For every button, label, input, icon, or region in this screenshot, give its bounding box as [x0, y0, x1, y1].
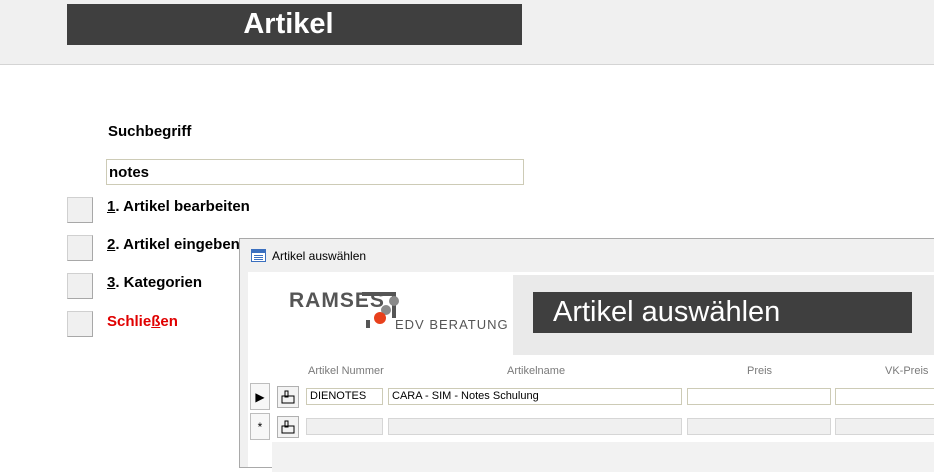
categories-label[interactable]: 3. Kategorien: [107, 274, 202, 291]
new-cell-artikel-nummer[interactable]: [306, 418, 383, 435]
form-icon: [251, 249, 266, 262]
dialog-banner: Artikel auswählen: [513, 275, 934, 355]
dialog-body: RAMSES EDV BERATUNG Artikel auswählen Ar…: [248, 272, 934, 472]
select-article-dialog: Artikel auswählen RAMSES EDV BERATUNG Ar…: [239, 238, 934, 472]
record-selector[interactable]: ▶: [250, 383, 270, 410]
edit-article-button[interactable]: [67, 197, 93, 223]
col-header-preis: Preis: [747, 365, 773, 377]
edit-article-label[interactable]: 1. Artikel bearbeiten: [107, 198, 250, 215]
new-record-button[interactable]: [277, 416, 299, 438]
enter-article-label[interactable]: 2. Artikel eingeben: [107, 236, 240, 253]
close-button[interactable]: [67, 311, 93, 337]
select-record-button[interactable]: [277, 386, 299, 408]
categories-button[interactable]: [67, 273, 93, 299]
close-label[interactable]: Schließen: [107, 313, 178, 330]
enter-article-button[interactable]: [67, 235, 93, 261]
col-header-artikelname: Artikelname: [507, 365, 566, 377]
cell-preis[interactable]: [687, 388, 831, 405]
col-header-artikel-nummer: Artikel Nummer: [308, 365, 384, 377]
new-record-row: [272, 442, 934, 472]
page-title: Artikel: [67, 4, 522, 45]
col-header-vk-preis: VK-Preis: [885, 365, 929, 377]
dialog-window-title: Artikel auswählen: [272, 249, 367, 263]
cell-artikelname[interactable]: CARA - SIM - Notes Schulung: [388, 388, 682, 405]
dialog-banner-title: Artikel auswählen: [533, 292, 912, 333]
dialog-titlebar[interactable]: Artikel auswählen: [240, 239, 934, 272]
search-label: Suchbegriff: [108, 123, 192, 140]
pointer-hand-icon: [281, 420, 295, 434]
cell-vk-preis[interactable]: 3: [835, 388, 934, 405]
new-cell-preis[interactable]: [687, 418, 831, 435]
pointer-hand-icon: [281, 390, 295, 404]
cell-artikel-nummer[interactable]: DIENOTES: [306, 388, 383, 405]
new-cell-artikelname[interactable]: [388, 418, 682, 435]
search-input[interactable]: [106, 159, 524, 185]
ramses-logo: RAMSES EDV BERATUNG: [248, 272, 513, 355]
new-cell-vk-preis[interactable]: [835, 418, 934, 435]
new-record-selector[interactable]: *: [250, 413, 270, 440]
